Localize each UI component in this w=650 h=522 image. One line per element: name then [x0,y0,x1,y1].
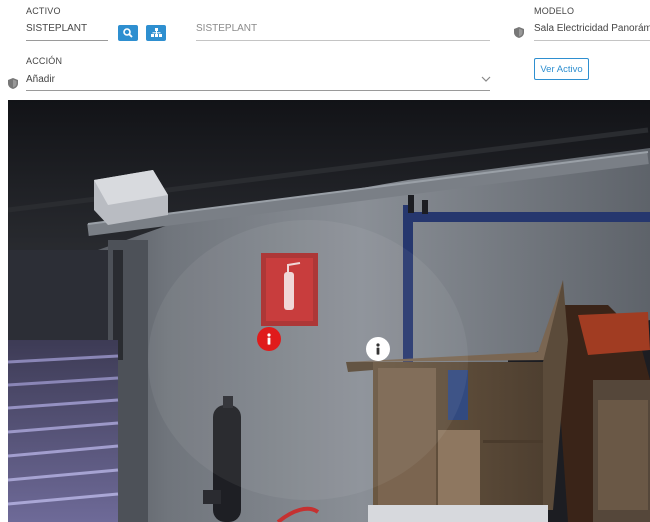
search-icon [123,28,133,38]
shield-icon [514,27,524,38]
shield-icon [8,78,18,89]
hierarchy-button[interactable] [146,25,166,41]
activo-code-input[interactable]: SISTEPLANT [26,23,87,34]
accion-underline [26,90,490,91]
hierarchy-icon [150,28,162,37]
info-hotspot-white[interactable] [366,337,390,361]
activo-name-underline [196,40,490,41]
info-hotspot-red[interactable] [257,327,281,351]
accion-select[interactable]: Añadir [26,74,55,85]
activo-name-field: SISTEPLANT [196,23,258,34]
panorama-viewer[interactable] [8,100,650,522]
chevron-down-icon[interactable] [481,76,491,83]
activo-label: ACTIVO [26,6,61,16]
ver-activo-button[interactable]: Ver Activo [534,58,589,80]
modelo-underline [534,40,650,41]
modelo-value: Sala Electricidad Panorám [534,23,650,34]
search-button[interactable] [118,25,138,41]
modelo-label: MODELO [534,6,575,16]
accion-label: ACCIÓN [26,56,63,66]
info-icon [376,343,380,355]
activo-code-underline [26,40,108,41]
info-icon [267,333,271,345]
panorama-image [8,100,650,522]
